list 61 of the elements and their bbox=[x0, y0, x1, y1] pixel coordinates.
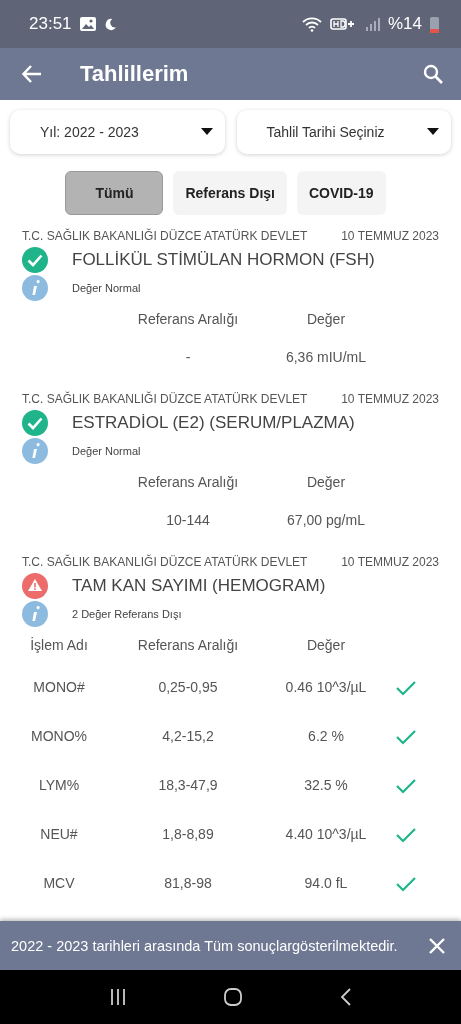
table-cell-text: 6,36 mIU/mL bbox=[284, 348, 368, 367]
table-cell-text: 81,8-98 bbox=[163, 874, 213, 893]
hospital-name: T.C. SAĞLIK BAKANLIĞI DÜZCE ATATÜRK DEVLET bbox=[22, 555, 308, 569]
column-header: Değer bbox=[305, 310, 347, 329]
table-cell-text: 10-144 bbox=[165, 511, 211, 530]
test-name: ESTRADİOL (E2) (SERUM/PLAZMA) bbox=[72, 413, 355, 433]
column-header: Referans Aralığı bbox=[136, 473, 240, 492]
table-cell-text: 18,3-47,9 bbox=[157, 776, 219, 795]
table-cell-text: 0,25-0,95 bbox=[157, 678, 219, 697]
result-summary: Değer Normal bbox=[72, 282, 141, 294]
snackbar-message: 2022 - 2023 tarihleri arasında Tüm sonuçlargösterilmektedir. bbox=[11, 937, 398, 954]
screen-title: Tahlillerim bbox=[80, 61, 190, 87]
table-cell-text: 32.5 % bbox=[303, 776, 349, 795]
recent-apps-icon[interactable] bbox=[108, 988, 127, 1006]
test-name: TAM KAN SAYIMI (HEMOGRAM) bbox=[72, 576, 326, 596]
hd-icon bbox=[329, 16, 356, 32]
column-header: Referans Aralığı bbox=[136, 310, 240, 329]
back-arrow-icon[interactable] bbox=[22, 65, 42, 83]
table-cell-text: 67,00 pg/mL bbox=[286, 511, 366, 530]
moon-icon bbox=[103, 17, 117, 31]
search-icon[interactable] bbox=[423, 64, 443, 84]
column-header: İşlem Adı bbox=[29, 636, 89, 655]
table-cell-text: 1,8-8,89 bbox=[161, 825, 215, 844]
signal-icon bbox=[363, 17, 380, 31]
dropdown[interactable]: Yıl: 2022 - 2023 bbox=[10, 110, 225, 154]
table-cell-text: 0.46 10^3/µL bbox=[284, 678, 368, 697]
home-icon[interactable] bbox=[224, 988, 243, 1006]
hospital-name: T.C. SAĞLIK BAKANLIĞI DÜZCE ATATÜRK DEVLET bbox=[22, 229, 308, 243]
table-cell-text: 6.2 % bbox=[307, 727, 345, 746]
result-date: 10 TEMMUZ 2023 bbox=[341, 392, 439, 406]
filter-tab[interactable]: Tümü bbox=[65, 171, 164, 215]
dropdown[interactable]: Tahlil Tarihi Seçiniz bbox=[236, 110, 451, 154]
result-date: 10 TEMMUZ 2023 bbox=[341, 229, 439, 243]
close-icon[interactable] bbox=[429, 937, 445, 954]
test-name: FOLLİKÜL STİMÜLAN HORMON (FSH) bbox=[72, 250, 375, 270]
table-cell-text: - bbox=[184, 348, 192, 367]
back-icon[interactable] bbox=[340, 988, 353, 1006]
result-date: 10 TEMMUZ 2023 bbox=[341, 555, 439, 569]
table-cell-text: NEU# bbox=[39, 825, 79, 844]
clock: 23:51 bbox=[29, 14, 72, 34]
dropdown-caret-icon bbox=[200, 128, 213, 136]
column-header: Referans Aralığı bbox=[136, 636, 240, 655]
table-cell-text: MONO# bbox=[32, 678, 86, 697]
image-icon bbox=[79, 17, 96, 31]
hospital-name: T.C. SAĞLIK BAKANLIĞI DÜZCE ATATÜRK DEVLET bbox=[22, 392, 308, 406]
wifi-icon bbox=[301, 16, 322, 32]
column-header: Değer bbox=[305, 473, 347, 492]
filter-tab[interactable]: Referans Dışı bbox=[173, 171, 287, 215]
column-header: Değer bbox=[305, 636, 347, 655]
battery-percent: %14 bbox=[387, 14, 422, 34]
table-cell-text: 4.40 10^3/µL bbox=[284, 825, 368, 844]
table-cell-text: MCV bbox=[42, 874, 76, 893]
table-cell-text: 4,2-15,2 bbox=[161, 727, 215, 746]
battery-icon bbox=[430, 15, 439, 33]
result-summary: Değer Normal bbox=[72, 445, 141, 457]
table-cell-text: MONO% bbox=[30, 727, 88, 746]
result-summary: 2 Değer Referans Dışı bbox=[72, 608, 182, 620]
filter-tab[interactable]: COVID-19 bbox=[296, 171, 386, 215]
table-cell-text: LYM% bbox=[37, 776, 81, 795]
table-cell-text: 94.0 fL bbox=[303, 874, 349, 893]
dropdown-caret-icon bbox=[427, 128, 439, 136]
